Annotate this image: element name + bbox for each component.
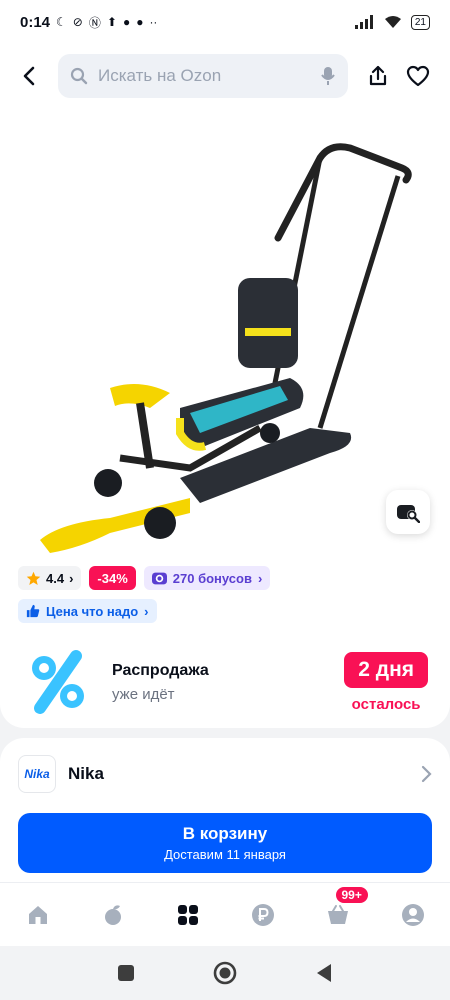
rating-chip[interactable]: 4.4 › (18, 566, 82, 590)
delivery-date: Доставим 11 января (164, 847, 286, 862)
brand-row[interactable]: Nika Nika (0, 738, 450, 810)
upload-icon: ⬆ (106, 15, 117, 29)
signal-icon (354, 15, 373, 29)
home-icon (28, 905, 47, 924)
system-nav-bar (0, 946, 450, 1000)
discount-badge: -34% (89, 566, 136, 590)
battery-indicator: 21 (410, 14, 430, 30)
nav-profile[interactable] (393, 895, 433, 935)
visual-search-icon (397, 505, 420, 523)
thumb-up-icon (26, 604, 40, 618)
star-icon (26, 571, 41, 585)
rating-value: 4.4 (46, 570, 65, 586)
add-to-cart-label: В корзину (182, 824, 268, 843)
bonus-text: 270 бонусов (172, 570, 252, 586)
nav-catalog[interactable] (168, 895, 208, 935)
chevron-right-icon (421, 765, 432, 783)
profile-icon (401, 903, 424, 926)
percent-icon (22, 646, 94, 718)
product-chips: 4.4 › -34% 270 бонусов › (18, 566, 271, 590)
product-section: 4.4 › -34% 270 бонусов › Цена что надо ›… (0, 108, 450, 728)
nfc-icon: Ⓝ (88, 15, 101, 30)
bonus-icon (151, 572, 167, 584)
search-input[interactable]: Искать на Ozon (58, 54, 348, 98)
wifi-icon (384, 16, 401, 28)
favorite-button[interactable] (398, 56, 438, 96)
share-button[interactable] (358, 56, 398, 96)
nav-finance[interactable] (243, 895, 283, 935)
bonus-chip[interactable]: 270 бонусов › (143, 566, 271, 590)
visual-search-button[interactable] (386, 490, 430, 534)
chevron-right-icon: › (257, 570, 263, 586)
chevron-right-icon: › (144, 603, 149, 619)
app-icon: ● (122, 15, 131, 29)
cta-area: В корзину Доставим 11 января (0, 810, 450, 882)
brand-logo: Nika (18, 755, 56, 793)
notification-off-icon: ⊘ (72, 15, 83, 29)
price-tag-text: Цена что надо (46, 603, 139, 619)
search-icon (70, 67, 88, 85)
nav-cart[interactable]: 99+ (318, 886, 368, 935)
app-icon: ● (136, 15, 144, 29)
catalog-icon (177, 904, 198, 925)
cart-icon (327, 904, 348, 924)
status-notification-icons: ☾ ⊘ Ⓝ ⬆ ● ● ·· (56, 14, 157, 31)
mic-icon[interactable] (320, 66, 336, 86)
back-icon (23, 66, 35, 86)
recent-apps-icon[interactable] (117, 964, 135, 982)
add-to-cart-button[interactable]: В корзину Доставим 11 января (18, 813, 432, 873)
nav-home[interactable] (18, 895, 58, 935)
sale-title: Распродажа (112, 661, 209, 679)
brand-name: Nika (68, 764, 104, 783)
product-image[interactable] (30, 128, 430, 568)
status-bar: 0:14 ☾ ⊘ Ⓝ ⬆ ● ● ·· 21 (0, 0, 450, 44)
chevron-right-icon: › (69, 570, 74, 586)
price-tag-chip[interactable]: Цена что надо › (18, 599, 157, 623)
status-time: 0:14 (20, 13, 51, 31)
sale-subtitle: уже идёт (112, 685, 175, 703)
more-icon: ·· (149, 15, 158, 29)
home-system-icon[interactable] (213, 961, 237, 985)
bottom-nav: 99+ (0, 882, 450, 946)
back-system-icon[interactable] (315, 963, 333, 983)
back-button[interactable] (12, 58, 48, 94)
sale-banner[interactable]: Распродажа уже идёт 2 дня осталось (0, 636, 450, 728)
moon-icon: ☾ (56, 15, 67, 29)
fresh-icon (104, 904, 121, 925)
sale-timer: 2 дня осталось (344, 651, 428, 713)
timer-value: 2 дня (344, 651, 428, 688)
share-icon (369, 65, 387, 86)
app-header: Искать на Ozon (0, 44, 450, 108)
ruble-icon (251, 903, 274, 926)
search-placeholder: Искать на Ozon (98, 66, 222, 85)
timer-label: осталось (351, 695, 421, 713)
cart-badge: 99+ (335, 886, 368, 903)
heart-icon (406, 65, 430, 87)
nav-fresh[interactable] (93, 895, 133, 935)
